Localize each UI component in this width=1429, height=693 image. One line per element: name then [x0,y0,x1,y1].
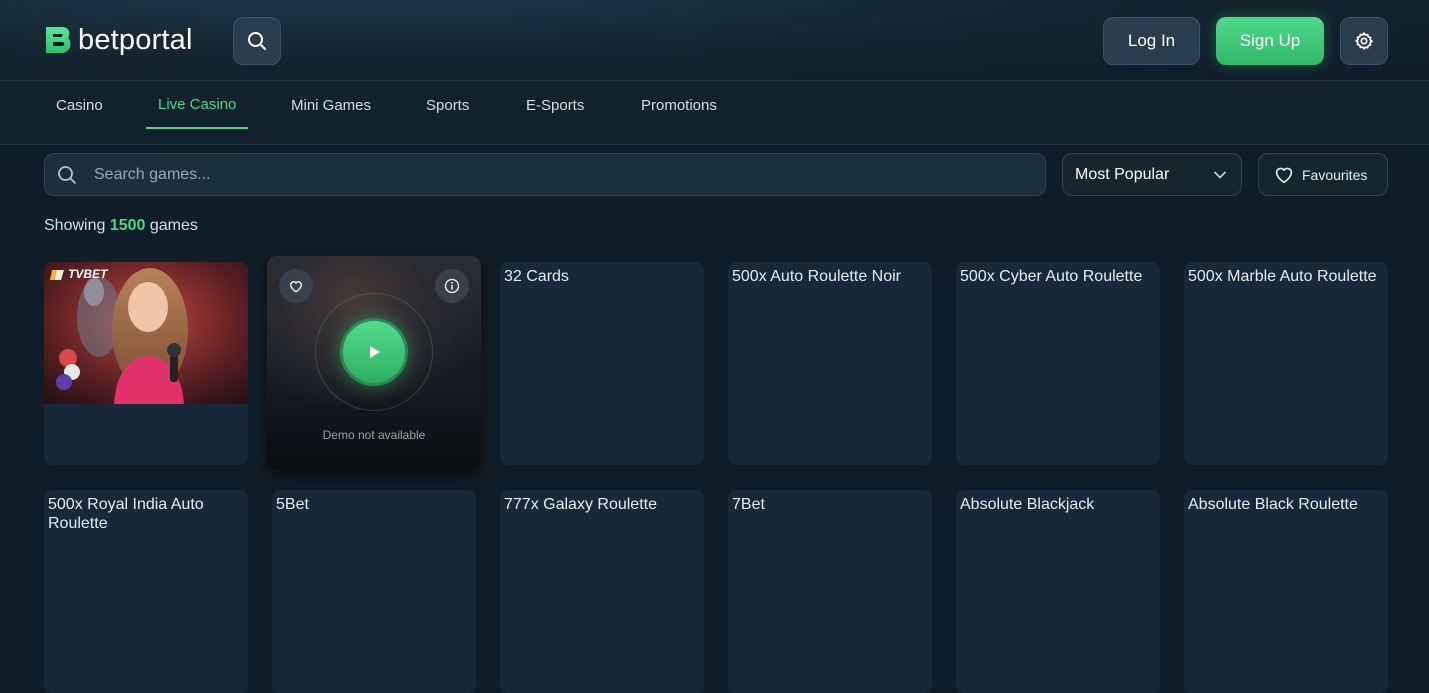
sort-selected-value: Most Popular [1075,165,1170,183]
game-title: 5Bet [276,496,309,513]
game-search-bar [44,153,1046,196]
heart-icon [290,280,302,293]
top-header: betportal Log In Sign Up [0,0,1429,81]
game-card[interactable]: 32 Cards [500,262,704,465]
results-count: Showing 1500 games [44,217,198,235]
game-search-input[interactable] [94,165,974,184]
favourites-button[interactable]: Favourites [1258,153,1388,196]
tab-promotions[interactable]: Promotions [629,81,729,129]
search-icon [58,165,76,184]
game-card[interactable]: TVBET [44,262,248,465]
header-search-button[interactable] [233,17,281,65]
search-icon [248,32,266,50]
game-title: 500x Marble Auto Roulette [1188,268,1377,285]
tab-sports[interactable]: Sports [414,81,481,129]
game-card[interactable]: 500x Marble Auto Roulette [1184,262,1388,465]
game-title: 500x Royal India Auto Roulette [48,496,204,532]
sort-select[interactable]: Most Popular [1062,153,1242,196]
game-card[interactable]: 7Bet [728,490,932,693]
play-button[interactable] [340,318,408,386]
play-icon [370,346,380,358]
results-suffix: games [149,217,198,234]
brand-logo[interactable]: betportal [44,24,193,56]
demo-unavailable-text: Demo not available [322,428,426,442]
tab-mini-games[interactable]: Mini Games [279,81,383,129]
game-card[interactable]: Absolute Blackjack [956,490,1160,693]
game-thumbnail [44,262,248,404]
results-prefix: Showing [44,217,106,234]
favourite-toggle[interactable] [279,269,313,303]
info-icon [444,278,460,294]
game-card-hovered[interactable]: Demo not available [267,256,481,470]
category-nav: Casino Live Casino Mini Games Sports E-S… [0,81,1429,145]
game-card[interactable]: 500x Auto Roulette Noir [728,262,932,465]
game-title: 500x Auto Roulette Noir [732,268,901,285]
results-number: 1500 [109,217,146,234]
game-title: Absolute Blackjack [960,496,1095,513]
game-card[interactable]: 500x Cyber Auto Roulette [956,262,1160,465]
provider-badge: TVBET [68,267,108,281]
brand-name: betportal [78,24,193,56]
game-card[interactable]: 500x Royal India Auto Roulette [44,490,248,693]
game-title: Absolute Black Roulette [1188,496,1358,513]
game-title: 7Bet [732,496,765,513]
game-title: 500x Cyber Auto Roulette [960,268,1143,285]
game-card[interactable]: Absolute Black Roulette [1184,490,1388,693]
game-title: 32 Cards [504,268,569,285]
game-title: 777x Galaxy Roulette [504,496,657,513]
heart-icon [1275,167,1293,183]
game-card[interactable]: 777x Galaxy Roulette [500,490,704,693]
tab-e-sports[interactable]: E-Sports [514,81,596,129]
settings-button[interactable] [1340,17,1388,65]
gear-icon [1355,32,1373,50]
tab-live-casino[interactable]: Live Casino [146,81,249,129]
tab-casino[interactable]: Casino [44,81,115,129]
game-info-button[interactable] [435,269,469,303]
chevron-down-icon [1214,171,1226,178]
game-card[interactable]: 5Bet [272,490,476,693]
login-button[interactable]: Log In [1103,17,1200,65]
signup-button[interactable]: Sign Up [1216,17,1324,65]
favourites-label: Favourites [1302,166,1368,183]
logo-mark-icon [46,27,71,53]
